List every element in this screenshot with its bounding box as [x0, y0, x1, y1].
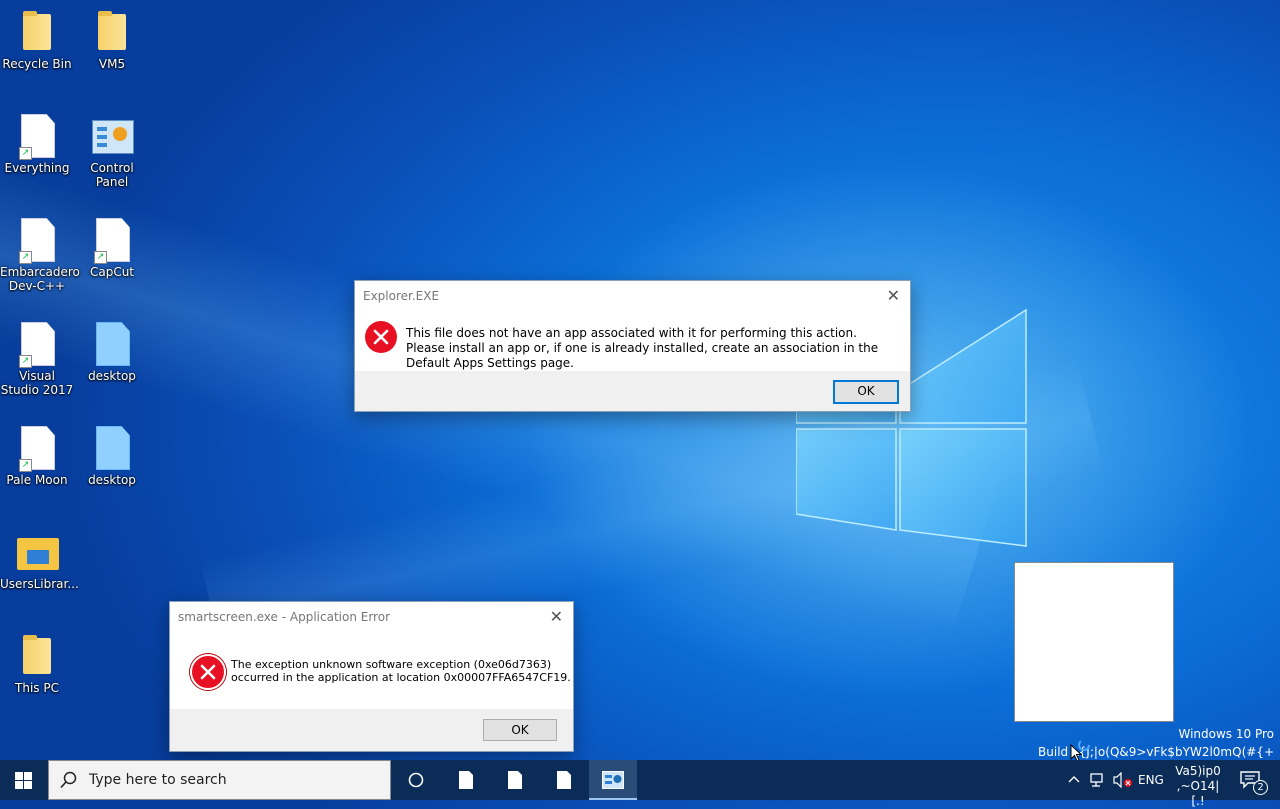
desktop-icon-pale-moon[interactable]: ↗ Pale Moon	[0, 426, 74, 487]
network-icon	[1090, 773, 1103, 787]
desktop-icon-label: Everything	[4, 161, 70, 175]
clock[interactable]: Va5)ip0 ,~O14|[.!	[1172, 760, 1224, 808]
dialog-title: smartscreen.exe - Application Error	[178, 610, 390, 624]
desktop-icon-control-panel[interactable]: Control Panel	[75, 114, 149, 189]
ok-button[interactable]: OK	[483, 719, 557, 741]
desktop-icon-label: VM5	[98, 57, 126, 71]
dialog-message-line: occurred in the application at location …	[231, 671, 571, 684]
desktop-icon-vm5[interactable]: VM5	[75, 10, 149, 71]
shortcut-arrow-icon: ↗	[19, 459, 32, 472]
desktop-icon-this-pc[interactable]: This PC	[0, 634, 74, 695]
shortcut-arrow-icon: ↗	[19, 251, 32, 264]
error-icon	[190, 654, 226, 690]
taskbar-app-file[interactable]	[491, 760, 539, 800]
search-icon	[60, 771, 77, 789]
ok-button[interactable]: OK	[833, 380, 899, 404]
volume-muted-icon	[1113, 772, 1132, 788]
desktop-icon-label: desktop	[88, 473, 136, 487]
shortcut-arrow-icon: ↗	[19, 355, 32, 368]
dialog-footer: OK	[170, 709, 573, 751]
windows-start-icon	[15, 772, 32, 789]
task-view-button[interactable]	[392, 760, 440, 800]
folder-icon	[23, 635, 51, 674]
language-indicator[interactable]: ENG	[1138, 760, 1166, 800]
file-icon	[557, 771, 571, 789]
desktop-icon-label: Recycle Bin	[2, 57, 72, 71]
file-icon	[96, 322, 130, 366]
show-hidden-icons-button[interactable]	[1064, 760, 1084, 800]
desktop-icon-label: desktop	[88, 369, 136, 383]
blank-window[interactable]	[1014, 562, 1174, 722]
taskbar: Type here to search ENG Va5)ip0 ,~O14|[.…	[0, 760, 1280, 808]
desktop-icon-label: Pale Moon	[6, 473, 68, 487]
desktop-icon-capcut[interactable]: ↗ CapCut	[75, 218, 149, 279]
clock-date: ,~O14|[.!	[1176, 779, 1220, 808]
busy-spinner-icon	[1078, 739, 1090, 751]
desktop-icon-label: Visual Studio 2017	[0, 369, 74, 397]
clock-time: Va5)ip0	[1175, 764, 1221, 778]
desktop-icon-everything[interactable]: ↗ Everything	[0, 114, 74, 175]
folder-icon	[23, 11, 51, 50]
file-icon	[459, 771, 473, 789]
chevron-up-icon	[1068, 776, 1080, 783]
desktop-icon-label: Embarcadero Dev-C++	[0, 265, 80, 293]
desktop-icon-recycle-bin[interactable]: Recycle Bin	[0, 10, 74, 71]
volume-tray-button[interactable]	[1111, 760, 1133, 800]
desktop-icon-desktop-file[interactable]: desktop	[75, 322, 149, 383]
network-tray-button[interactable]	[1087, 760, 1109, 800]
desktop-icon-users-library[interactable]: UsersLibrar...	[0, 530, 79, 591]
taskbar-app-file[interactable]	[442, 760, 490, 800]
control-panel-icon	[92, 120, 134, 154]
close-icon[interactable]: ✕	[550, 607, 563, 626]
taskbar-app-control-panel[interactable]	[589, 760, 637, 800]
desktop-icon-embarcadero[interactable]: ↗ Embarcadero Dev-C++	[0, 218, 80, 293]
desktop-icon-label: This PC	[15, 681, 59, 695]
action-center-button[interactable]: 2	[1234, 760, 1274, 800]
windows-edition-watermark: Windows 10 Pro	[1178, 727, 1274, 741]
error-icon	[365, 321, 397, 353]
file-icon	[96, 426, 130, 470]
smartscreen-error-dialog: smartscreen.exe - Application Error ✕ Th…	[169, 601, 574, 752]
taskbar-search-box[interactable]: Type here to search	[48, 760, 391, 800]
dialog-message-line: The exception unknown software exception…	[231, 658, 552, 671]
folder-icon	[98, 11, 126, 50]
control-panel-icon	[602, 771, 624, 789]
explorer-error-dialog: Explorer.EXE ✕ This file does not have a…	[354, 280, 911, 412]
taskbar-app-file[interactable]	[540, 760, 588, 800]
desktop-icon-label: Control Panel	[90, 161, 134, 189]
dialog-message: The exception unknown software exception…	[231, 658, 571, 684]
dialog-title: Explorer.EXE	[363, 289, 440, 303]
dialog-message: This file does not have an app associate…	[406, 326, 879, 370]
desktop-icon-desktop-file[interactable]: desktop	[75, 426, 149, 487]
dialog-footer: OK	[355, 371, 910, 411]
file-icon	[508, 771, 522, 789]
shortcut-arrow-icon: ↗	[94, 251, 107, 264]
desktop-icon-visual-studio[interactable]: ↗ Visual Studio 2017	[0, 322, 74, 397]
close-icon[interactable]: ✕	[887, 286, 900, 305]
notification-badge: 2	[1253, 780, 1268, 795]
desktop-icon-label: UsersLibrar...	[0, 577, 79, 591]
cortana-circle-icon	[408, 772, 424, 788]
shortcut-arrow-icon: ↗	[19, 147, 32, 160]
library-folder-icon	[17, 538, 59, 570]
start-button[interactable]	[0, 760, 48, 800]
search-placeholder: Type here to search	[89, 772, 227, 788]
desktop-icon-label: CapCut	[89, 265, 135, 279]
